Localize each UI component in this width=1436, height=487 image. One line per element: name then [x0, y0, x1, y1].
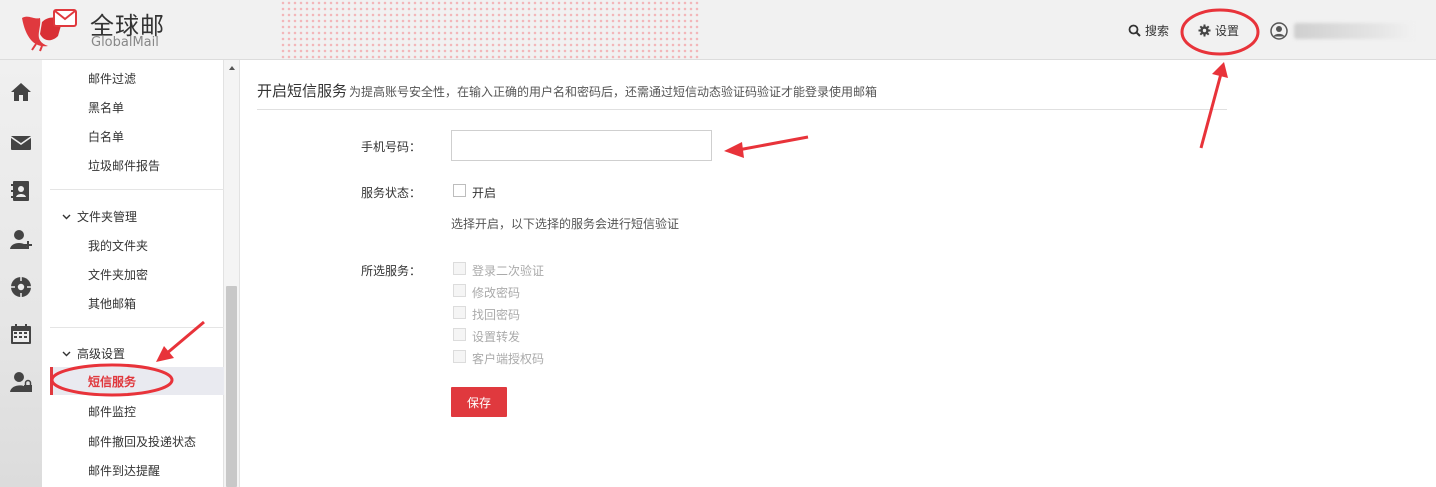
service-status-label: 服务状态： — [361, 186, 422, 200]
logo-icon — [22, 9, 77, 52]
page-title: 开启短信服务 — [257, 82, 348, 100]
service-label-client-auth-code: 客户端授权码 — [472, 352, 545, 366]
settings-label: 设置 — [1215, 24, 1240, 38]
calendar-icon[interactable] — [9, 322, 33, 346]
menu-divider — [50, 189, 224, 190]
service-label-forwarding: 设置转发 — [472, 330, 521, 344]
phone-label: 手机号码： — [361, 140, 422, 154]
save-button[interactable]: 保存 — [451, 387, 507, 417]
menu-section-advanced[interactable]: 高级设置 — [62, 345, 125, 362]
enable-checkbox-label[interactable]: 开启 — [472, 184, 496, 201]
home-icon[interactable] — [9, 80, 33, 104]
service-label-change-password: 修改密码 — [472, 286, 521, 300]
phone-input[interactable] — [451, 130, 712, 161]
scroll-thumb[interactable] — [226, 286, 237, 487]
menu-item-arrival-alert[interactable]: 邮件到达提醒 — [88, 462, 160, 479]
menu-divider — [50, 327, 224, 328]
search-button[interactable]: 搜索 — [1128, 22, 1169, 39]
service-checkbox-recover-password[interactable] — [453, 306, 466, 319]
chevron-down-icon — [62, 351, 71, 356]
menu-item-sms-service-label[interactable]: 短信服务 — [88, 373, 136, 390]
menu-section-folders[interactable]: 文件夹管理 — [62, 208, 137, 225]
menu-item-recall-status[interactable]: 邮件撤回及投递状态 — [88, 433, 196, 450]
add-user-icon[interactable] — [9, 227, 33, 251]
menu-item-spam-report[interactable]: 垃圾邮件报告 — [88, 157, 160, 174]
sms-service-panel: 开启短信服务 为提高账号安全性，在输入正确的用户名和密码后，还需通过短信动态验证… — [240, 60, 1436, 487]
menu-item-my-folders[interactable]: 我的文件夹 — [88, 237, 148, 254]
menu-item-folder-encrypt[interactable]: 文件夹加密 — [88, 266, 148, 283]
service-label-recover-password: 找回密码 — [472, 308, 521, 322]
username-redacted — [1294, 23, 1414, 39]
menu-item-whitelist[interactable]: 白名单 — [88, 128, 124, 145]
menu-item-mail-monitor[interactable]: 邮件监控 — [88, 403, 136, 420]
chevron-down-icon — [62, 214, 71, 219]
menu-section-label: 文件夹管理 — [77, 210, 138, 224]
settings-button[interactable]: 设置 — [1198, 22, 1239, 39]
page-description: 为提高账号安全性，在输入正确的用户名和密码后，还需通过短信动态验证码验证才能登录… — [349, 85, 878, 99]
selected-services-label: 所选服务： — [361, 264, 422, 278]
contacts-icon[interactable] — [9, 179, 33, 203]
menu-section-label: 高级设置 — [77, 347, 126, 361]
service-label-login-2fa: 登录二次验证 — [472, 264, 545, 278]
user-account[interactable] — [1270, 22, 1414, 40]
user-avatar-icon — [1270, 22, 1288, 40]
panel-header: 开启短信服务 为提高账号安全性，在输入正确的用户名和密码后，还需通过短信动态验证… — [257, 80, 1227, 110]
menu-item-mail-filter[interactable]: 邮件过滤 — [88, 70, 136, 87]
user-lock-icon[interactable] — [9, 370, 33, 394]
gear-icon — [1198, 24, 1211, 37]
enable-hint: 选择开启，以下选择的服务会进行短信验证 — [451, 217, 680, 231]
service-checkbox-change-password[interactable] — [453, 284, 466, 297]
search-icon — [1128, 24, 1141, 37]
menu-scrollbar[interactable] — [224, 60, 240, 487]
world-map-decoration — [280, 0, 700, 59]
search-label: 搜索 — [1145, 24, 1170, 38]
scroll-up-arrow-icon[interactable] — [229, 66, 235, 70]
service-checkbox-login-2fa[interactable] — [453, 262, 466, 275]
mail-icon[interactable] — [9, 131, 33, 155]
menu-item-blacklist[interactable]: 黑名单 — [88, 99, 124, 116]
menu-item-other-mailbox[interactable]: 其他邮箱 — [88, 295, 136, 312]
service-checkbox-client-auth-code[interactable] — [453, 350, 466, 363]
settings-side-menu: 邮件过滤 黑名单 白名单 垃圾邮件报告 文件夹管理 我的文件夹 文件夹加密 其他… — [42, 60, 224, 487]
menu-item-sms-service[interactable] — [50, 367, 224, 395]
disk-icon[interactable] — [9, 275, 33, 299]
enable-checkbox[interactable] — [453, 184, 466, 197]
brand-name-en: GlobalMail — [91, 35, 159, 50]
top-header: 全球邮 GlobalMail 搜索 设置 — [0, 0, 1436, 60]
service-checkbox-forwarding[interactable] — [453, 328, 466, 341]
icon-rail — [0, 60, 42, 487]
